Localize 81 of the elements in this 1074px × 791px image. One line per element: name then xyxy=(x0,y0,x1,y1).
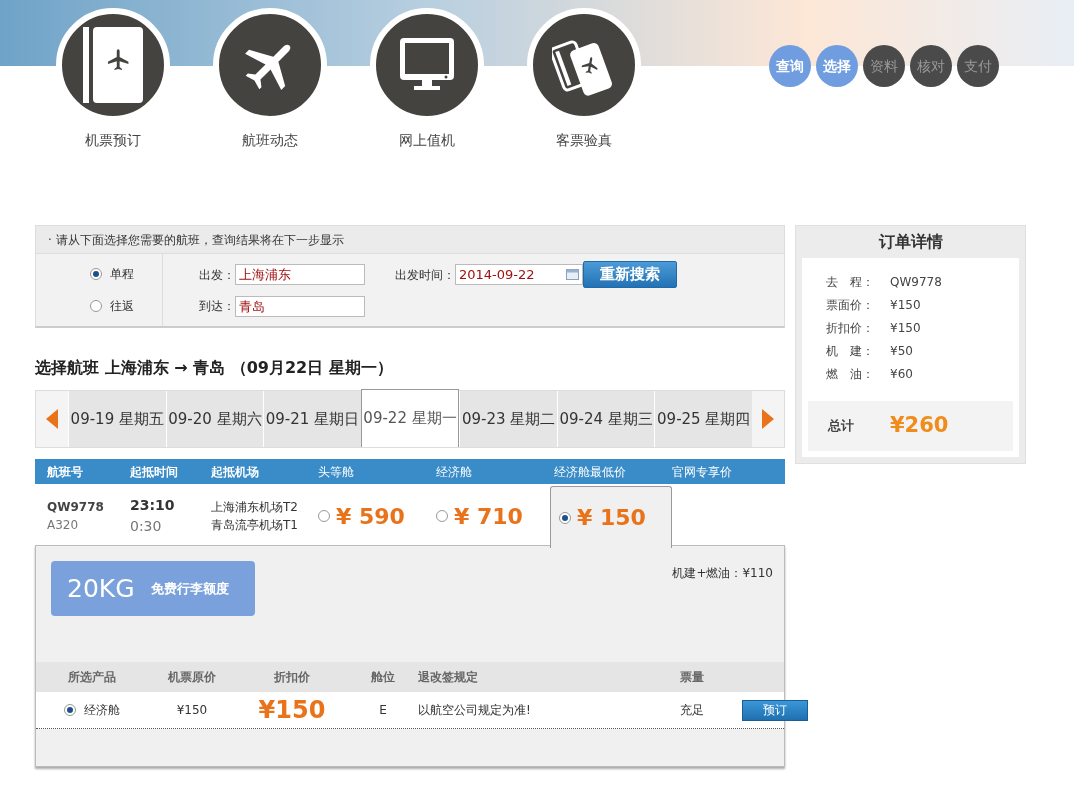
step-indicator: 资料 xyxy=(863,45,905,87)
radio-label: 单程 xyxy=(110,266,134,283)
radio-label: 往返 xyxy=(110,298,134,315)
date-tab[interactable]: 09-21 星期日 xyxy=(263,391,361,447)
detail-label: 机 建： xyxy=(825,342,875,360)
total-label: 总计 xyxy=(826,417,855,436)
radio-button[interactable] xyxy=(90,268,102,280)
column-header: 退改签规定 xyxy=(418,669,479,686)
baggage-weight: 20KG xyxy=(67,572,135,605)
radio-button[interactable] xyxy=(559,511,571,524)
step-indicator: 查询 xyxy=(769,45,811,87)
arrival-airport: 青岛流亭机场T1 xyxy=(211,517,299,534)
panel-title: 订单详情 xyxy=(877,231,944,253)
nav-link[interactable]: 客票验真 xyxy=(556,130,612,151)
column-header: 票量 xyxy=(680,669,705,686)
detail-value: ¥50 xyxy=(890,342,913,360)
column-header: 官网专享价 xyxy=(672,463,733,481)
date-tab[interactable]: 09-23 星期二 xyxy=(459,391,557,447)
detail-value: ¥150 xyxy=(890,319,921,337)
field-label: 到达： xyxy=(199,298,235,315)
nav-link[interactable]: 机票预订 xyxy=(85,130,141,151)
fare-price: ¥ 710 xyxy=(454,502,523,531)
detail-value: ¥60 xyxy=(890,365,913,383)
departure-airport: 上海浦东机场T2 xyxy=(211,499,299,516)
column-header: 起抵时间 xyxy=(130,463,179,481)
detail-label: 燃 油： xyxy=(825,365,875,383)
cabin-class: 经济舱 xyxy=(84,702,120,719)
previous-arrow-icon[interactable] xyxy=(46,409,58,429)
refund-rule: 以航空公司规定为准! xyxy=(418,702,532,719)
detail-label: 票面价： xyxy=(825,296,875,314)
aircraft-type: A320 xyxy=(47,517,80,534)
radio-button[interactable] xyxy=(436,510,448,522)
step-indicator: 选择 xyxy=(816,45,858,87)
detail-label: 折扣价： xyxy=(825,319,875,337)
tax-note: 机建+燃油：¥110 xyxy=(672,565,773,582)
input-field[interactable]: 青岛 xyxy=(235,295,365,317)
field-label: 出发： xyxy=(199,266,235,284)
column-header: 折扣价 xyxy=(273,669,311,686)
baggage-label: 免费行李额度 xyxy=(150,579,229,598)
radio-button[interactable] xyxy=(90,300,102,312)
fare-price: ¥ 150 xyxy=(577,504,646,532)
cabin-code: E xyxy=(378,702,388,719)
input-field[interactable]: 2014-09-22 xyxy=(455,264,583,286)
step-indicator: 支付 xyxy=(957,45,999,87)
step-indicator: 核对 xyxy=(910,45,952,87)
original-price: ¥150 xyxy=(175,702,209,719)
nav-link[interactable]: 网上值机 xyxy=(399,130,455,151)
column-header: 经济舱最低价 xyxy=(554,463,627,481)
flight-number: QW9778 xyxy=(47,499,105,516)
detail-value: QW9778 xyxy=(890,273,942,291)
column-header: 航班号 xyxy=(47,463,84,481)
calendar-icon[interactable] xyxy=(566,269,579,281)
ticket-availability: 充足 xyxy=(680,702,705,719)
passport-icon[interactable] xyxy=(83,27,143,103)
column-header: 经济舱 xyxy=(436,463,473,481)
discount-price: ¥150 xyxy=(257,695,327,726)
fare-price: ¥ 590 xyxy=(336,502,405,531)
next-arrow-icon[interactable] xyxy=(762,409,775,429)
date-tab[interactable]: 09-24 星期三 xyxy=(556,391,655,447)
date-tab[interactable]: 09-20 星期六 xyxy=(165,391,264,447)
search-button[interactable]: 重新搜索 xyxy=(583,261,677,288)
field-label: 出发时间： xyxy=(395,266,455,284)
nav-link[interactable]: 航班动态 xyxy=(242,130,298,151)
column-header: 头等舱 xyxy=(318,463,355,481)
arrival-time: 0:30 xyxy=(130,517,163,536)
column-header: 机票原价 xyxy=(167,669,217,686)
total-price: ¥260 xyxy=(890,412,949,440)
column-header: 所选产品 xyxy=(67,669,117,686)
input-field[interactable]: 上海浦东 xyxy=(235,264,365,286)
detail-value: ¥150 xyxy=(890,296,921,314)
date-tab[interactable]: 09-19 星期五 xyxy=(68,391,166,447)
radio-button[interactable] xyxy=(318,510,330,522)
departure-time: 23:10 xyxy=(130,496,176,515)
column-header: 起抵机场 xyxy=(211,463,260,481)
hint-text: · 请从下面选择您需要的航班，查询结果将在下一步显示 xyxy=(36,226,784,254)
book-button[interactable]: 预订 xyxy=(742,699,808,721)
route-heading: 选择航班 上海浦东 → 青岛 （09月22日 星期一） xyxy=(35,357,394,379)
detail-label: 去 程： xyxy=(825,273,875,291)
radio-button[interactable] xyxy=(64,704,76,716)
date-tab[interactable]: 09-22 星期一 xyxy=(360,389,460,447)
column-header: 舱位 xyxy=(370,669,396,686)
